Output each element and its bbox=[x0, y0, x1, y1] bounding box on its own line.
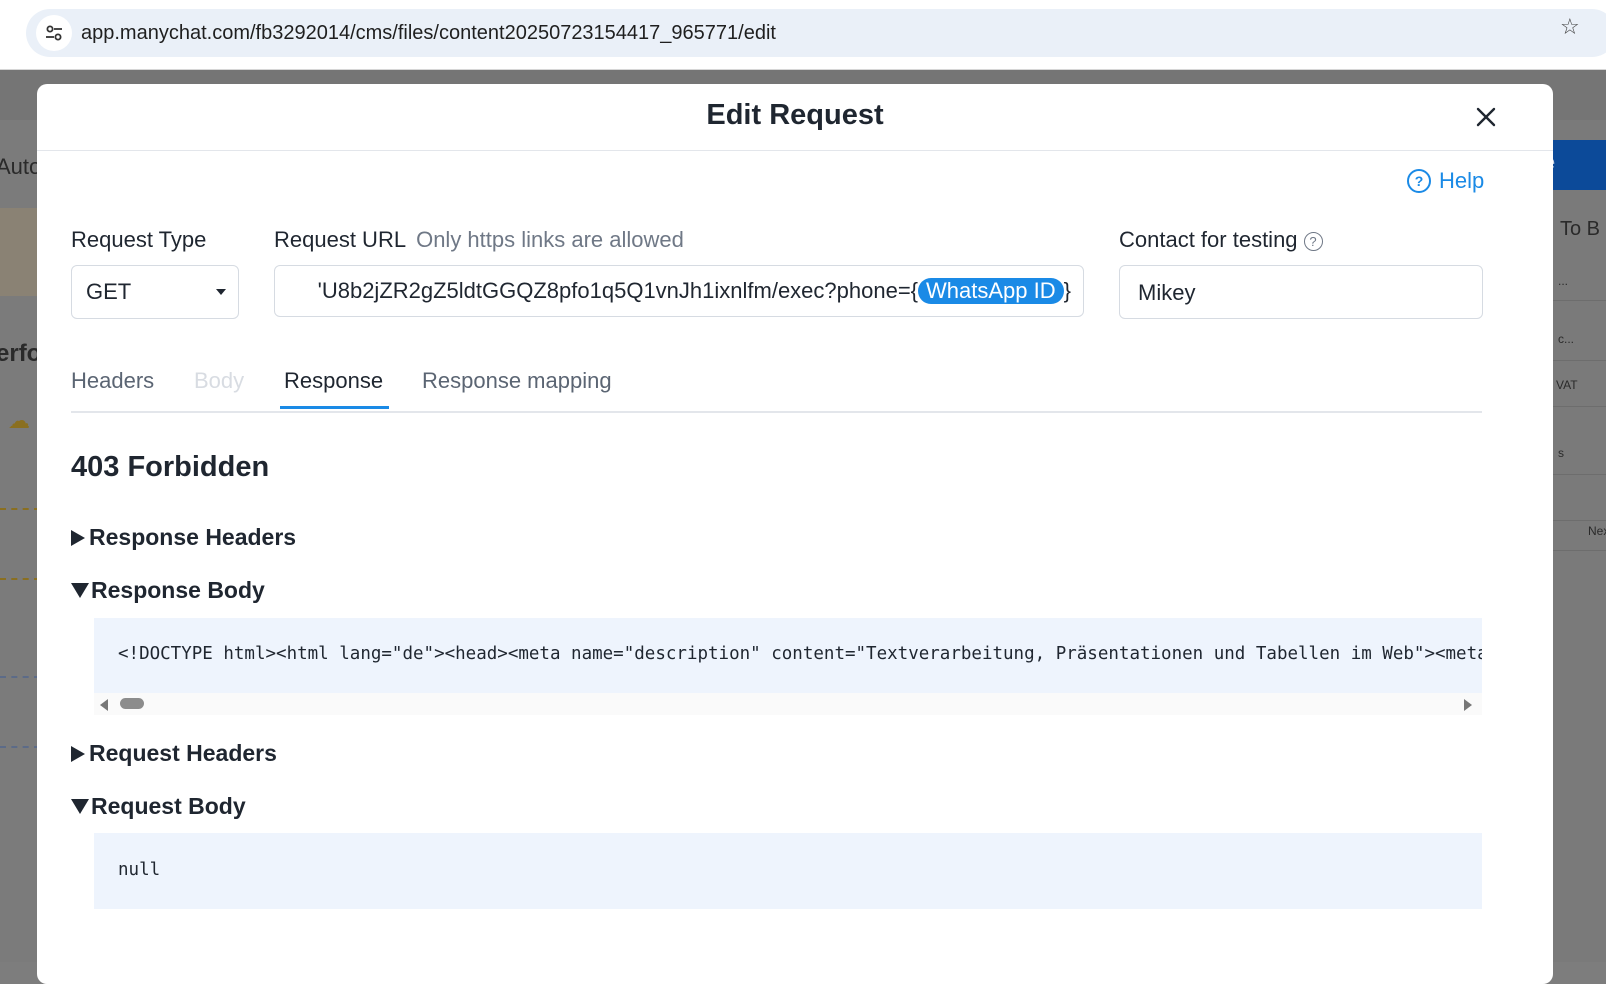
background-row-text: c... bbox=[1558, 332, 1575, 346]
caret-down-icon bbox=[71, 583, 89, 598]
cloud-upload-icon: ☁ bbox=[8, 408, 30, 433]
request-type-label-text: Request Type bbox=[71, 227, 207, 252]
request-url-text: 'U8b2jZR2gZ5ldtGGQZ8pfo1q5Q1vnJh1ixnlfm/… bbox=[317, 278, 919, 303]
tab-response[interactable]: Response bbox=[284, 368, 383, 394]
tune-icon bbox=[46, 25, 62, 41]
variable-chip[interactable]: WhatsApp ID bbox=[918, 278, 1064, 304]
background-row-text: s bbox=[1558, 446, 1564, 460]
site-info-button[interactable] bbox=[36, 15, 72, 51]
background-label: To B bbox=[1560, 218, 1601, 240]
request-type-value: GET bbox=[86, 279, 132, 304]
star-icon[interactable]: ☆ bbox=[1560, 14, 1580, 40]
request-headers-label: Request Headers bbox=[89, 740, 277, 766]
response-status: 403 Forbidden bbox=[71, 451, 270, 483]
request-headers-toggle[interactable]: Request Headers bbox=[71, 740, 277, 767]
request-url-value: 'U8b2jZR2gZ5ldtGGQZ8pfo1q5Q1vnJh1ixnlfm/… bbox=[318, 278, 1071, 304]
request-tabs: Headers Body Response Response mapping bbox=[71, 351, 1482, 413]
request-body-toggle[interactable]: Request Body bbox=[71, 793, 246, 820]
background-row-text: Nex bbox=[1588, 524, 1606, 538]
caret-right-icon bbox=[71, 745, 85, 762]
request-body-label: Request Body bbox=[91, 793, 246, 819]
scroll-thumb[interactable] bbox=[120, 698, 144, 709]
scroll-left-arrow-icon[interactable] bbox=[100, 699, 108, 711]
response-body-text: <!DOCTYPE html><html lang="de"><head><me… bbox=[118, 644, 1482, 664]
contact-value: Mikey bbox=[1138, 280, 1196, 305]
request-url-input[interactable]: 'U8b2jZR2gZ5ldtGGQZ8pfo1q5Q1vnJh1ixnlfm/… bbox=[274, 265, 1084, 317]
address-bar[interactable]: app.manychat.com/fb3292014/cms/files/con… bbox=[26, 9, 1606, 57]
modal-header: Edit Request bbox=[37, 84, 1553, 151]
help-icon: ? bbox=[1407, 169, 1431, 193]
edit-request-modal: Edit Request ? Help Request Type GET Req… bbox=[37, 84, 1553, 984]
contact-select[interactable]: Mikey bbox=[1119, 265, 1483, 319]
background-primary-button: e bbox=[1544, 140, 1606, 190]
background-row: s bbox=[1552, 434, 1606, 475]
info-icon[interactable]: ? bbox=[1303, 231, 1323, 251]
request-url-label: Request URL Only https links are allowed bbox=[274, 227, 684, 253]
background-divider bbox=[0, 746, 40, 748]
tab-response-mapping[interactable]: Response mapping bbox=[422, 368, 612, 394]
modal-title: Edit Request bbox=[706, 99, 884, 131]
response-body-label: Response Body bbox=[91, 577, 265, 603]
background-divider bbox=[0, 676, 40, 678]
url-text[interactable]: app.manychat.com/fb3292014/cms/files/con… bbox=[81, 22, 776, 45]
background-row: VAT bbox=[1552, 366, 1606, 407]
tab-headers[interactable]: Headers bbox=[71, 368, 154, 394]
close-icon[interactable] bbox=[1473, 104, 1499, 130]
background-banner bbox=[0, 208, 40, 296]
response-headers-toggle[interactable]: Response Headers bbox=[71, 524, 296, 551]
contact-label: Contact for testing? bbox=[1119, 227, 1323, 253]
contact-label-text: Contact for testing bbox=[1119, 227, 1298, 252]
request-body-text: null bbox=[118, 860, 161, 880]
background-divider bbox=[0, 578, 40, 580]
background-row: ... bbox=[1552, 260, 1606, 301]
response-body-code: <!DOCTYPE html><html lang="de"><head><me… bbox=[94, 618, 1482, 693]
request-body-code: null bbox=[94, 833, 1482, 909]
help-label: Help bbox=[1439, 168, 1485, 193]
scroll-right-arrow-icon[interactable] bbox=[1464, 699, 1472, 711]
background-label: Auto bbox=[0, 154, 42, 179]
background-row-text: ... bbox=[1558, 274, 1569, 288]
response-headers-label: Response Headers bbox=[89, 524, 297, 550]
help-link[interactable]: ? Help bbox=[1407, 168, 1484, 194]
background-row: c... bbox=[1552, 320, 1606, 361]
background-heading: erfo bbox=[0, 340, 42, 367]
caret-right-icon bbox=[71, 529, 85, 546]
chevron-down-icon bbox=[216, 289, 226, 295]
request-type-label: Request Type bbox=[71, 227, 206, 253]
response-body-toggle[interactable]: Response Body bbox=[71, 577, 265, 604]
active-tab-indicator bbox=[280, 406, 389, 409]
request-url-hint: Only https links are allowed bbox=[416, 227, 684, 252]
request-url-suffix: } bbox=[1063, 278, 1071, 303]
background-divider bbox=[0, 508, 40, 510]
request-type-select[interactable]: GET bbox=[71, 265, 239, 319]
background-row: Nex bbox=[1552, 510, 1606, 551]
background-row-text: VAT bbox=[1556, 378, 1578, 392]
browser-toolbar: app.manychat.com/fb3292014/cms/files/con… bbox=[0, 0, 1606, 70]
request-url-label-text: Request URL bbox=[274, 227, 407, 252]
caret-down-icon bbox=[71, 799, 89, 814]
horizontal-scrollbar[interactable] bbox=[94, 693, 1482, 715]
tab-body[interactable]: Body bbox=[194, 368, 244, 394]
